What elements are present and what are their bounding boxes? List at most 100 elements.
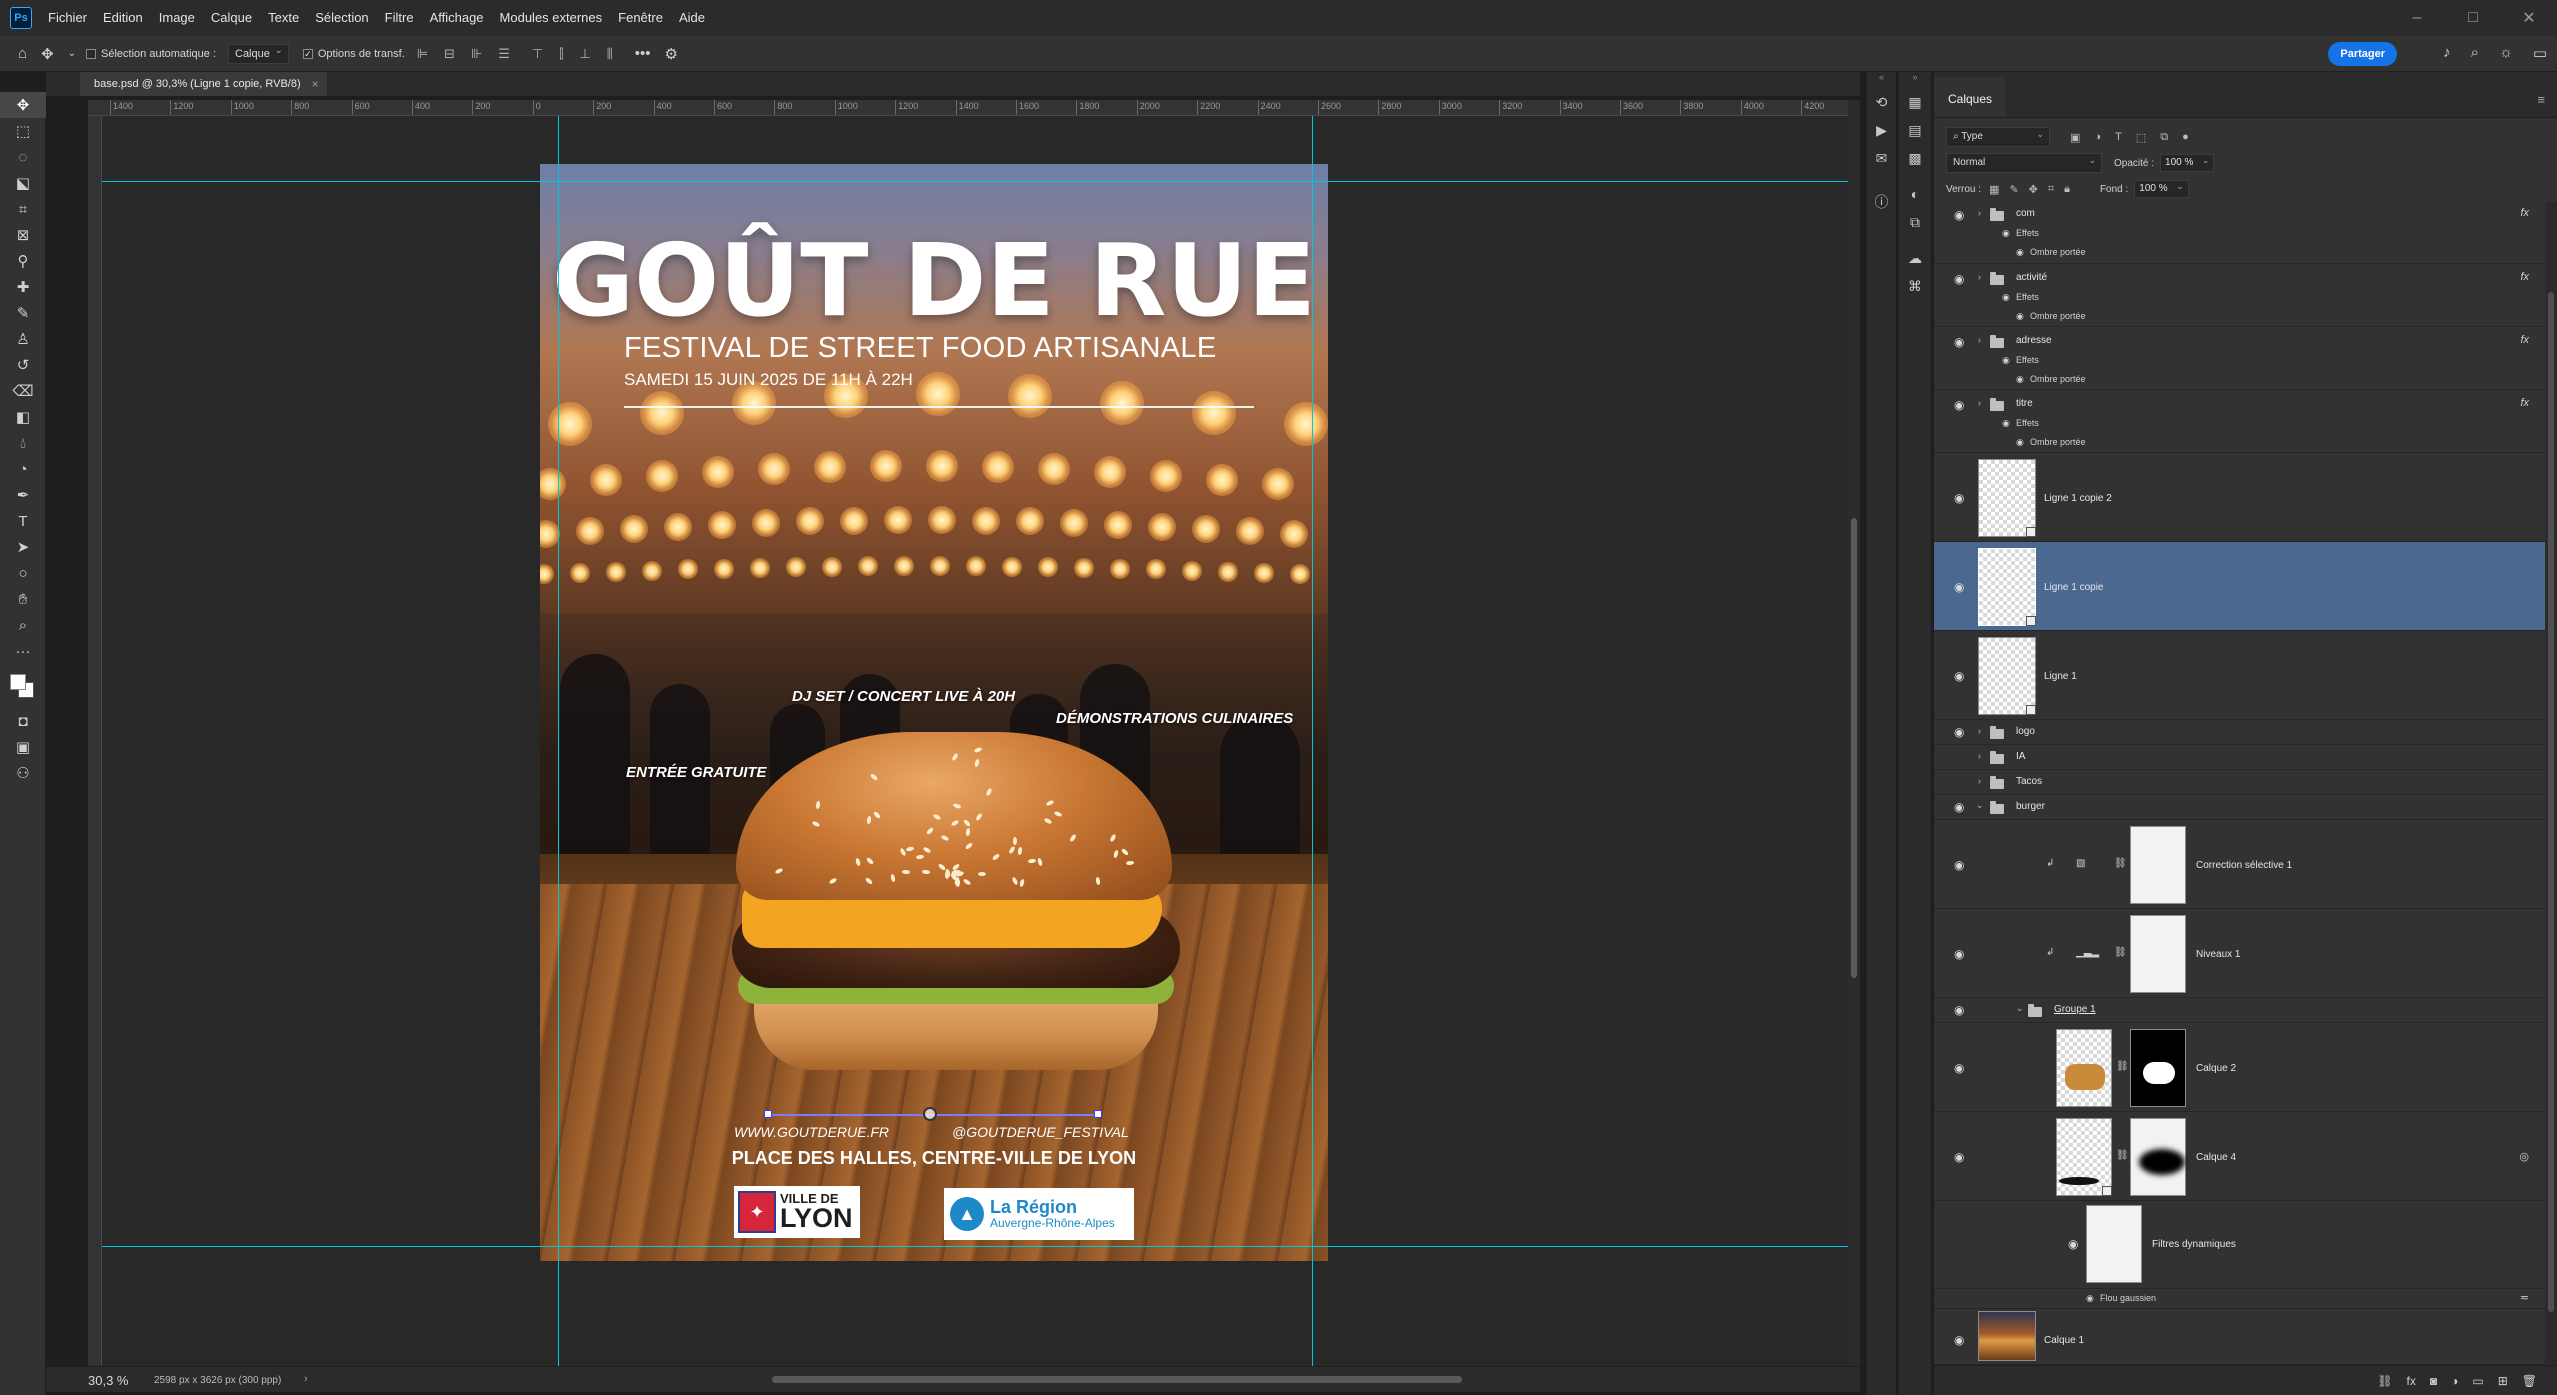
fill-input[interactable]: 100 % xyxy=(2134,178,2189,198)
layer-name[interactable]: Correction sélective 1 xyxy=(2196,860,2292,871)
chevron-right-icon[interactable]: › xyxy=(1978,726,1981,736)
filter-smart-object-icon[interactable]: ⧉ xyxy=(2160,131,2168,144)
menu-selection[interactable]: Sélection xyxy=(307,0,376,36)
drop-shadow-effect[interactable]: Ombre portée xyxy=(2030,311,2086,321)
canvas-vertical-scrollbar[interactable] xyxy=(1848,100,1860,1366)
eye-icon[interactable]: ◉ xyxy=(2002,292,2010,303)
swatches-panel-icon[interactable]: ▩ xyxy=(1899,144,1931,172)
canvas-area[interactable]: GOÛT DE RUE FESTIVAL DE STREET FOOD ARTI… xyxy=(102,116,1848,1366)
menu-aide[interactable]: Aide xyxy=(671,0,713,36)
drop-shadow-effect[interactable]: Ombre portée xyxy=(2030,437,2086,447)
layer-ligne-1[interactable]: ◉ Ligne 1 xyxy=(1934,631,2545,720)
layer-name[interactable]: IA xyxy=(2016,751,2025,762)
clone-stamp-tool-icon[interactable]: ♙ xyxy=(0,326,46,352)
panel-menu-icon[interactable]: ≡ xyxy=(2537,92,2545,107)
eye-icon[interactable]: ◉ xyxy=(1954,1334,1968,1346)
quick-mask-icon[interactable]: ◘ xyxy=(0,708,46,734)
menu-filtre[interactable]: Filtre xyxy=(377,0,422,36)
info-panel-icon[interactable]: ⓘ xyxy=(1867,188,1896,216)
layer-name[interactable]: Calque 4 xyxy=(2196,1152,2236,1163)
more-tools-icon[interactable]: ··· xyxy=(0,638,46,664)
layer-ligne-1-copie-2[interactable]: ◉ Ligne 1 copie 2 xyxy=(1934,453,2545,542)
layer-filter-dropdown[interactable]: ⌕ Type xyxy=(1946,125,2050,147)
layer-mask-thumbnail[interactable] xyxy=(2130,826,2186,904)
gaussian-blur-label[interactable]: Flou gaussien xyxy=(2100,1293,2156,1303)
guide-horizontal[interactable] xyxy=(102,1246,1848,1247)
lock-all-icon[interactable]: 🔒︎ xyxy=(2064,183,2070,196)
marquee-tool-icon[interactable]: ⬚ xyxy=(0,118,46,144)
collapse-arrows-icon[interactable]: « xyxy=(1867,72,1896,88)
smart-filter-mask-thumbnail[interactable] xyxy=(2086,1205,2142,1283)
chevron-right-icon[interactable]: › xyxy=(1978,751,1981,761)
filter-toggle-icon[interactable]: ● xyxy=(2182,131,2189,144)
eye-icon[interactable]: ◉ xyxy=(2016,311,2024,322)
path-select-tool-icon[interactable]: ➤ xyxy=(0,534,46,560)
smart-filter-icon[interactable]: ◎ xyxy=(2519,1150,2529,1163)
shape-tool-icon[interactable]: ○ xyxy=(0,560,46,586)
healing-brush-tool-icon[interactable]: ✚ xyxy=(0,274,46,300)
blend-mode-dropdown[interactable]: Normal xyxy=(1946,151,2102,173)
chevron-right-icon[interactable]: › xyxy=(1978,398,1981,408)
layer-name[interactable]: titre xyxy=(2016,398,2033,409)
eye-icon[interactable]: ◉ xyxy=(1954,399,1968,411)
transform-center-point[interactable] xyxy=(923,1107,937,1121)
properties-panel-icon[interactable]: ⧉ xyxy=(1899,208,1931,236)
opacity-input[interactable]: 100 % xyxy=(2160,152,2215,172)
guide-vertical[interactable] xyxy=(558,116,559,1366)
eye-icon[interactable]: ◉ xyxy=(1954,859,1968,871)
new-group-icon[interactable]: ▭ xyxy=(2472,1374,2483,1388)
menu-image[interactable]: Image xyxy=(151,0,203,36)
more-options-icon[interactable]: ••• xyxy=(635,45,651,62)
layer-group-activite[interactable]: ◉ › activité fx ◉ Effets ◉ Ombre portée xyxy=(1934,264,2545,327)
layer-ligne-1-copie[interactable]: ◉ Ligne 1 copie xyxy=(1934,542,2545,631)
minimize-button[interactable]: – xyxy=(2389,0,2445,36)
link-icon[interactable]: ⛓︎ xyxy=(2114,947,2127,958)
gear-icon[interactable]: ⚙ xyxy=(664,45,677,63)
move-tool-icon[interactable]: ✥ xyxy=(0,92,46,118)
layer-group-com[interactable]: ◉ › com fx ◉ Effets ◉ Ombre portée xyxy=(1934,202,2545,264)
scrollbar-thumb[interactable] xyxy=(1851,518,1857,978)
libraries-panel-icon[interactable]: ☁ xyxy=(1899,244,1931,272)
layer-correction-selective-1[interactable]: ◉ ↲ ▧ ⛓︎ Correction sélective 1 xyxy=(1934,820,2545,909)
eye-icon[interactable]: ◉ xyxy=(2086,1293,2094,1304)
menu-modules-externes[interactable]: Modules externes xyxy=(492,0,611,36)
layer-calque-1[interactable]: ◉ Calque 1 xyxy=(1934,1309,2545,1365)
chevron-right-icon[interactable]: › xyxy=(1978,208,1981,218)
new-layer-icon[interactable]: ⊞ xyxy=(2498,1374,2508,1388)
layer-calque-4[interactable]: ◉ ⛓︎ Calque 4 ◎ xyxy=(1934,1112,2545,1201)
layers-scrollbar[interactable] xyxy=(2545,202,2557,1365)
eye-icon[interactable]: ◉ xyxy=(2002,228,2010,239)
layer-name[interactable]: Ligne 1 copie 2 xyxy=(2044,493,2112,504)
layer-niveaux-1[interactable]: ◉ ↲ ▁▃▂ ⛓︎ Niveaux 1 xyxy=(1934,909,2545,998)
eye-icon[interactable]: ◉ xyxy=(2016,374,2024,385)
close-button[interactable]: ✕ xyxy=(2501,0,2557,36)
fx-icon[interactable]: fx xyxy=(2520,207,2529,219)
chevron-right-icon[interactable]: › xyxy=(1978,272,1981,282)
brush-tool-icon[interactable]: ✎ xyxy=(0,300,46,326)
layer-name[interactable]: Ligne 1 xyxy=(2044,671,2077,682)
move-tool-icon[interactable]: ✥ xyxy=(41,45,54,63)
fx-icon[interactable]: fx xyxy=(2520,397,2529,409)
lasso-tool-icon[interactable]: ◌ xyxy=(0,144,46,170)
layer-group-adresse[interactable]: ◉ › adresse fx ◉ Effets ◉ Ombre portée xyxy=(1934,327,2545,390)
adjustments-panel-icon[interactable]: ◐ xyxy=(1899,180,1931,208)
layer-thumbnail[interactable] xyxy=(2056,1118,2112,1196)
lock-transparency-icon[interactable]: ▦ xyxy=(1989,183,1999,196)
scrollbar-thumb[interactable] xyxy=(2548,292,2554,1312)
layer-name[interactable]: Groupe 1 xyxy=(2054,1004,2096,1015)
menu-fichier[interactable]: Fichier xyxy=(40,0,95,36)
fx-icon[interactable]: fx xyxy=(2520,271,2529,283)
layer-group-burger[interactable]: ◉ ⌄ burger xyxy=(1934,795,2545,820)
filter-type-icon[interactable]: T xyxy=(2115,131,2122,144)
zoom-level[interactable]: 30,3 % xyxy=(88,1373,128,1388)
layer-thumbnail[interactable] xyxy=(1978,1311,2036,1361)
layer-calque-2[interactable]: ◉ ⛓︎ Calque 2 xyxy=(1934,1023,2545,1112)
eye-icon[interactable]: ◉ xyxy=(2002,355,2010,366)
layer-mask-thumbnail[interactable] xyxy=(2130,1029,2186,1107)
dodge-tool-icon[interactable]: ◔ xyxy=(0,456,46,482)
lock-artboard-icon[interactable]: ⌗ xyxy=(2048,183,2054,196)
eye-icon[interactable]: ◉ xyxy=(1954,581,1968,593)
history-panel-icon[interactable]: ⟲ xyxy=(1867,88,1896,116)
layer-name[interactable]: Tacos xyxy=(2016,776,2042,787)
guide-horizontal[interactable] xyxy=(102,181,1848,182)
